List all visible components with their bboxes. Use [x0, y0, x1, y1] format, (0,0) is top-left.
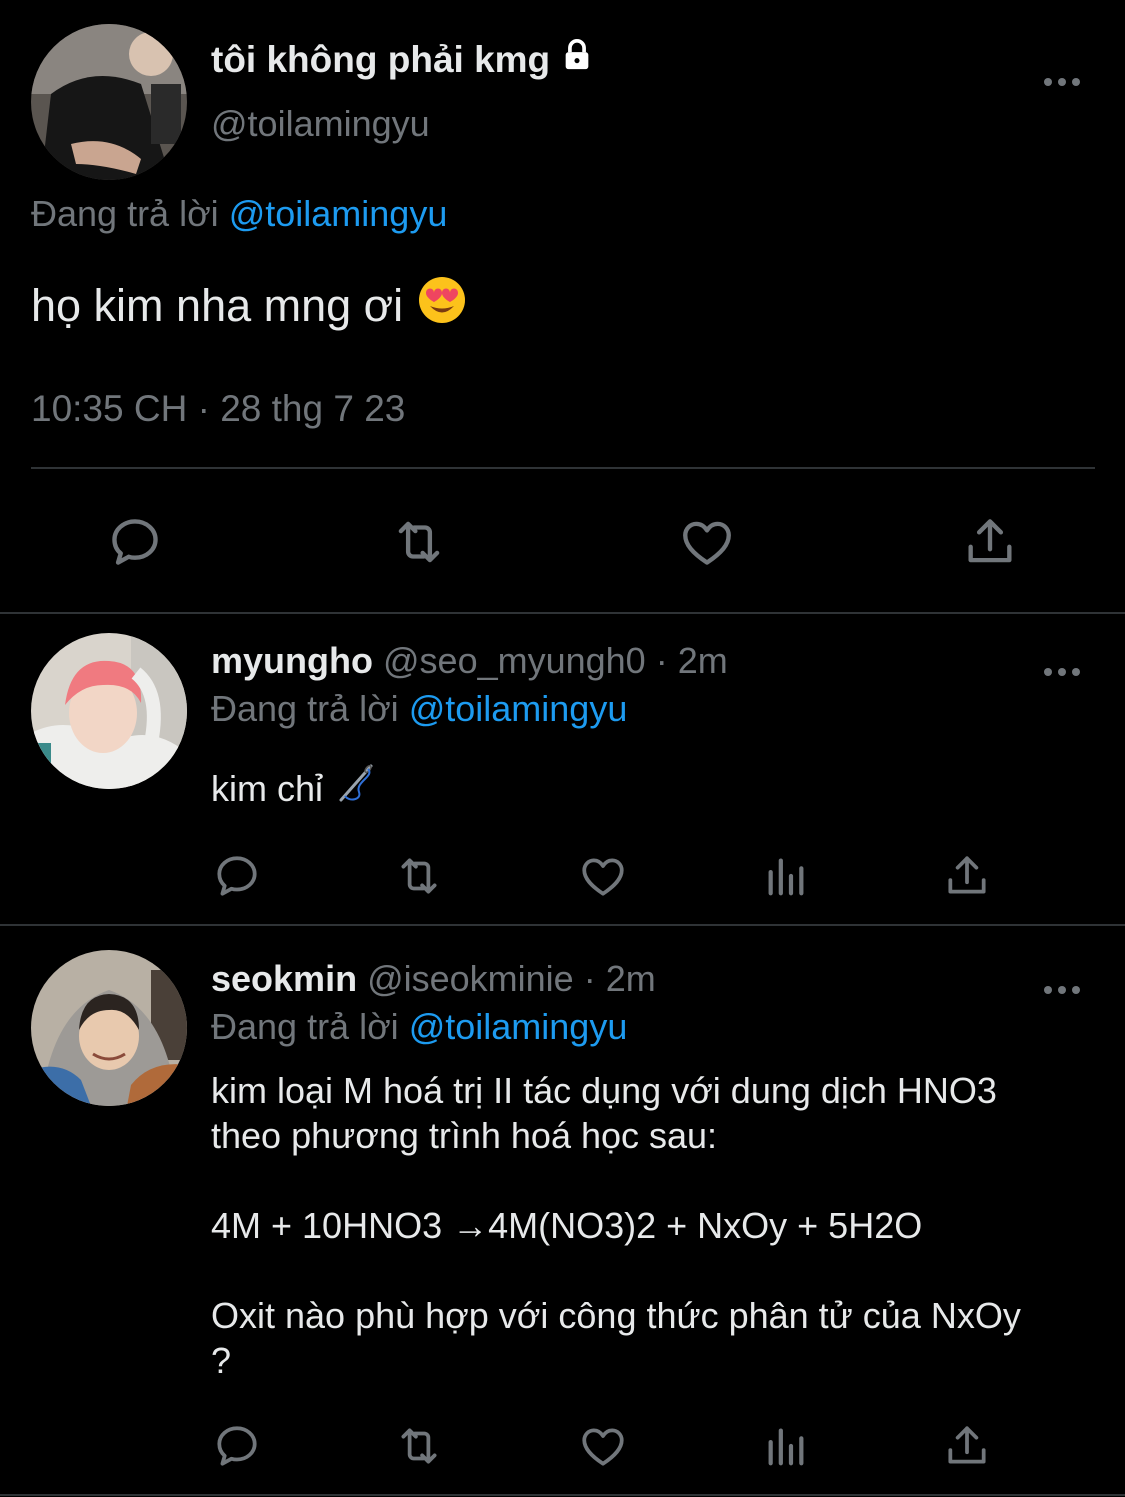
retweet-icon	[401, 858, 437, 894]
reply-button[interactable]	[207, 1418, 267, 1474]
needle-thread-emoji-icon	[335, 762, 377, 814]
like-icon	[683, 521, 731, 565]
display-name[interactable]: seokmin	[211, 958, 357, 999]
reply-button[interactable]	[207, 848, 267, 904]
relative-time[interactable]: 2m	[678, 640, 728, 681]
retweet-button[interactable]	[387, 848, 451, 904]
retweet-icon	[398, 521, 440, 563]
avatar[interactable]	[31, 633, 187, 789]
more-options-icon[interactable]	[1043, 64, 1081, 87]
reply-header: seokmin @iseokminie · 2m	[211, 958, 656, 1000]
mention-link[interactable]: @toilamingyu	[409, 1006, 628, 1047]
reply-icon	[112, 519, 158, 565]
divider	[31, 467, 1095, 469]
like-icon	[582, 858, 624, 896]
retweet-button[interactable]	[387, 1418, 451, 1474]
reply-header: myungho @seo_myungh0 · 2m	[211, 640, 728, 682]
display-name[interactable]: tôi không phải kmg	[211, 38, 594, 81]
reply-icon	[217, 856, 257, 896]
replying-prefix: Đang trả lời	[211, 688, 399, 729]
like-button[interactable]	[572, 848, 634, 904]
views-icon	[768, 1428, 804, 1466]
views-icon	[768, 858, 804, 896]
mention-link[interactable]: @toilamingyu	[409, 688, 628, 729]
replying-to: Đang trả lời @toilamingyu	[211, 688, 627, 730]
retweet-button[interactable]	[383, 510, 455, 574]
tweet-text: kim loại M hoá trị II tác dụng với dung …	[211, 1068, 1031, 1383]
reply-icon	[217, 1426, 257, 1466]
tweet-text-content: họ kim nha mng ơi	[31, 279, 404, 331]
avatar[interactable]	[31, 950, 187, 1106]
display-name[interactable]: myungho	[211, 640, 373, 681]
user-handle[interactable]: @toilamingyu	[211, 103, 430, 145]
replying-prefix: Đang trả lời	[31, 193, 219, 234]
replying-to: Đang trả lời @toilamingyu	[211, 1006, 627, 1048]
tweet-text-content: kim chỉ	[211, 767, 324, 809]
separator: ·	[655, 640, 668, 681]
lock-icon	[560, 38, 594, 81]
share-icon	[948, 856, 986, 894]
tweet-paragraph: 4M + 10HNO3 →4M(NO3)2 + NxOy + 5H2O	[211, 1205, 923, 1246]
divider	[0, 924, 1125, 926]
views-button[interactable]	[757, 848, 815, 904]
mention-link[interactable]: @toilamingyu	[229, 193, 448, 234]
replying-prefix: Đang trả lời	[211, 1006, 399, 1047]
heart-eyes-emoji-icon	[417, 275, 467, 336]
tweet-paragraph: Oxit nào phù hợp với công thức phân tử c…	[211, 1295, 1021, 1381]
tweet-text: họ kim nha mng ơi	[31, 275, 467, 336]
avatar[interactable]	[31, 24, 187, 180]
display-name-text: tôi không phải kmg	[211, 38, 551, 80]
retweet-icon	[401, 1428, 437, 1464]
user-handle[interactable]: @seo_myungh0	[383, 640, 646, 681]
more-options-icon[interactable]	[1043, 972, 1081, 995]
relative-time[interactable]: 2m	[606, 958, 656, 999]
share-button[interactable]	[937, 848, 997, 904]
reply-button[interactable]	[100, 510, 170, 574]
divider	[0, 1494, 1125, 1496]
user-handle[interactable]: @iseokminie	[367, 958, 574, 999]
share-button[interactable]	[937, 1418, 997, 1474]
share-icon	[968, 519, 1012, 563]
timestamp[interactable]: 10:35 CH · 28 thg 7 23	[31, 388, 405, 430]
more-options-icon[interactable]	[1043, 654, 1081, 677]
like-button[interactable]	[672, 510, 742, 574]
views-button[interactable]	[757, 1418, 815, 1474]
tweet-text: kim chỉ	[211, 762, 377, 814]
divider	[0, 612, 1125, 614]
like-icon	[582, 1428, 624, 1466]
separator: ·	[583, 958, 596, 999]
tweet-paragraph: kim loại M hoá trị II tác dụng với dung …	[211, 1070, 997, 1156]
share-button[interactable]	[955, 510, 1025, 574]
replying-to: Đang trả lời @toilamingyu	[31, 193, 447, 235]
share-icon	[948, 1426, 986, 1464]
like-button[interactable]	[572, 1418, 634, 1474]
